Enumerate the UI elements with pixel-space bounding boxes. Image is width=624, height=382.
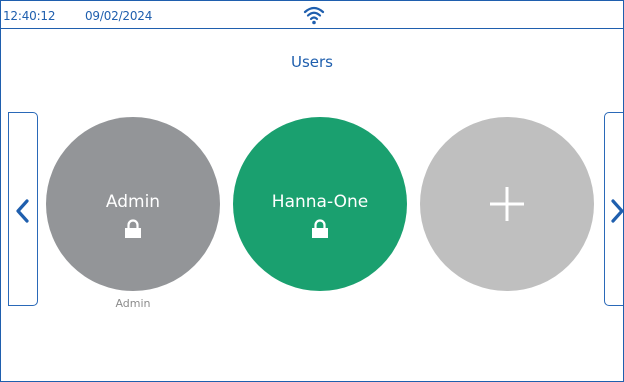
- status-bar: 12:40:12 09/02/2024: [1, 1, 623, 29]
- wifi-icon: [303, 6, 325, 25]
- chevron-left-icon: [16, 199, 29, 223]
- user-name: Hanna-One: [271, 192, 369, 212]
- plus-icon: [490, 187, 524, 221]
- page-title: Users: [290, 53, 333, 71]
- users-screen: 12:40:12 09/02/2024 Users Admin Admin Ha…: [0, 0, 624, 382]
- add-user-button[interactable]: [420, 117, 594, 291]
- clock-time: 12:40:12: [3, 9, 56, 23]
- user-caption: Admin: [115, 297, 151, 310]
- user-tile-hanna-one[interactable]: Hanna-One: [233, 117, 407, 291]
- lock-icon: [312, 219, 328, 238]
- chevron-right-icon: [611, 199, 623, 223]
- next-page-button[interactable]: [604, 112, 623, 306]
- clock-date: 09/02/2024: [85, 9, 153, 23]
- user-name: Admin: [105, 192, 161, 212]
- lock-icon: [125, 219, 141, 238]
- user-tile-admin[interactable]: Admin: [46, 117, 220, 291]
- previous-page-button[interactable]: [8, 112, 38, 306]
